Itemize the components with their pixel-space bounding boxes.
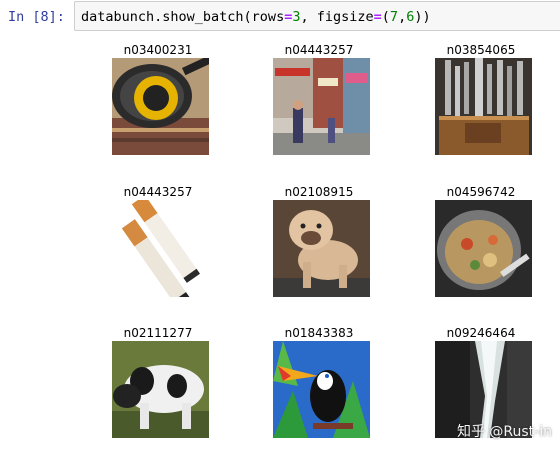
class-label: n03400231 [123, 43, 193, 57]
batch-item: n03854065 [431, 42, 532, 155]
batch-item: n01843383 [269, 325, 370, 438]
batch-item: n02108915 [269, 184, 370, 297]
cigarettes-image [112, 200, 209, 297]
street-shops-image [273, 58, 370, 155]
class-label: n02108915 [284, 185, 354, 199]
frying-pan-image [112, 58, 209, 155]
batch-item: n04443257 [108, 184, 209, 297]
batch-item: n04443257 [269, 42, 370, 155]
code-input-area[interactable]: databunch.show_batch(rows=3, figsize=(7,… [74, 1, 560, 31]
watermark-text: 知乎 @Rust-in [456, 424, 552, 440]
class-label: n03854065 [446, 43, 516, 57]
class-label: n01843383 [284, 326, 354, 340]
toucan-painting-image [273, 341, 370, 438]
pipe-organ-image [435, 58, 532, 155]
class-label: n02111277 [123, 326, 193, 340]
class-label: n09246464 [446, 326, 516, 340]
batch-grid: n03400231 n04443257 n03854065 n04443257 … [108, 42, 532, 447]
batch-item: n04596742 [431, 184, 532, 297]
wok-food-image [435, 200, 532, 297]
class-label: n04443257 [123, 185, 193, 199]
class-label: n04596742 [446, 185, 516, 199]
newfoundland-dog-image [112, 341, 209, 438]
batch-item: n03400231 [108, 42, 209, 155]
batch-item: n09246464 [431, 325, 532, 438]
prompt-label: In [8]: [8, 9, 65, 25]
batch-item: n02111277 [108, 325, 209, 438]
bulldog-image [273, 200, 370, 297]
class-label: n04443257 [284, 43, 354, 57]
code-text: databunch.show_batch(rows=3, figsize=(7,… [81, 9, 431, 25]
